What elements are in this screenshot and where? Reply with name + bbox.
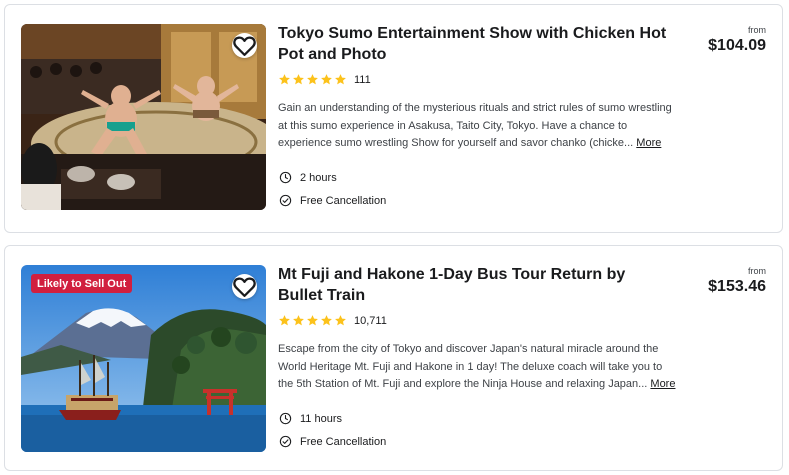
more-link[interactable]: More bbox=[636, 137, 661, 149]
star-icon bbox=[279, 315, 290, 326]
star-icon bbox=[321, 74, 332, 85]
price-prefix: from bbox=[748, 266, 766, 276]
wishlist-heart-icon[interactable] bbox=[232, 33, 257, 58]
duration: 11 hours bbox=[279, 412, 342, 425]
clock-icon bbox=[279, 171, 292, 184]
star-icon bbox=[335, 315, 346, 326]
price-block: from $104.09 bbox=[708, 24, 766, 56]
star-icon bbox=[293, 315, 304, 326]
listing-description: Gain an understanding of the mysterious … bbox=[278, 100, 680, 153]
clock-icon bbox=[279, 412, 292, 425]
more-link[interactable]: More bbox=[650, 378, 675, 390]
review-count: 111 bbox=[354, 73, 371, 86]
star-icon bbox=[321, 315, 332, 326]
star-icon bbox=[307, 74, 318, 85]
listing-card[interactable]: Likely to Sell Out Mt Fuji and Hakone 1-… bbox=[4, 245, 783, 471]
wishlist-heart-icon[interactable] bbox=[232, 274, 257, 299]
check-circle-icon bbox=[279, 194, 292, 207]
mt-fuji-lake-photo[interactable]: Likely to Sell Out bbox=[21, 265, 266, 452]
listing-card[interactable]: Tokyo Sumo Entertainment Show with Chick… bbox=[4, 4, 783, 233]
star-icon bbox=[279, 74, 290, 85]
star-icon bbox=[307, 315, 318, 326]
star-rating bbox=[278, 314, 347, 327]
star-icon bbox=[335, 74, 346, 85]
cancellation-text: Free Cancellation bbox=[300, 435, 387, 448]
duration-text: 11 hours bbox=[300, 412, 342, 425]
star-rating bbox=[278, 73, 347, 86]
sumo-show-photo[interactable] bbox=[21, 24, 266, 210]
price: $153.46 bbox=[708, 278, 766, 295]
check-circle-icon bbox=[279, 435, 292, 448]
sell-out-badge: Likely to Sell Out bbox=[31, 274, 133, 293]
rating: 111 bbox=[278, 73, 371, 86]
cancellation: Free Cancellation bbox=[279, 194, 386, 207]
listing-title[interactable]: Tokyo Sumo Entertainment Show with Chick… bbox=[278, 23, 673, 65]
duration-text: 2 hours bbox=[300, 171, 337, 184]
price-prefix: from bbox=[748, 25, 766, 35]
cancellation: Free Cancellation bbox=[279, 435, 386, 448]
cancellation-text: Free Cancellation bbox=[300, 194, 387, 207]
description-text: Escape from the city of Tokyo and discov… bbox=[278, 343, 663, 390]
price-block: from $153.46 bbox=[708, 265, 766, 297]
review-count: 10,711 bbox=[354, 314, 387, 327]
duration: 2 hours bbox=[279, 171, 337, 184]
star-icon bbox=[293, 74, 304, 85]
listing-description: Escape from the city of Tokyo and discov… bbox=[278, 341, 680, 394]
price: $104.09 bbox=[708, 37, 766, 54]
description-text: Gain an understanding of the mysterious … bbox=[278, 102, 672, 149]
listing-title[interactable]: Mt Fuji and Hakone 1-Day Bus Tour Return… bbox=[278, 264, 673, 306]
rating: 10,711 bbox=[278, 314, 387, 327]
